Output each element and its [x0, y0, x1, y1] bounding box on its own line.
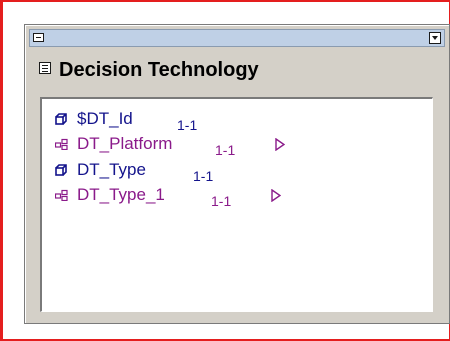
link-arrow-icon[interactable] [271, 189, 281, 202]
cube-icon [55, 113, 67, 125]
attribute-name: DT_Platform [77, 134, 173, 153]
attribute-name: DT_Type_1 [77, 185, 165, 204]
entity-title[interactable]: Decision Technology [59, 57, 259, 83]
cube-icon [55, 164, 67, 176]
dropdown-arrow-button[interactable] [429, 32, 441, 44]
attribute-list-panel[interactable]: $DT_Id 1-1 DT_Platform 1-1 DT_Type 1-1 D… [40, 97, 433, 312]
attribute-name: $DT_Id [77, 109, 133, 128]
attribute-row-dt-type-1[interactable]: DT_Type_1 1-1 [55, 183, 315, 209]
collapse-button[interactable] [33, 33, 44, 42]
attribute-name: DT_Type [77, 160, 146, 179]
relation-icon [55, 189, 68, 201]
relation-icon [55, 138, 68, 150]
entity-title-strip[interactable] [29, 29, 445, 47]
entity-list-icon [39, 62, 51, 74]
entity-box[interactable]: Decision Technology $DT_Id 1-1 DT_Platfo… [24, 24, 450, 324]
attribute-row-dt-platform[interactable]: DT_Platform 1-1 [55, 132, 315, 158]
entity-header: Decision Technology [39, 57, 435, 83]
attribute-row-dt-id[interactable]: $DT_Id 1-1 [55, 107, 255, 133]
attribute-cardinality: 1-1 [211, 193, 232, 209]
link-arrow-icon[interactable] [275, 138, 285, 151]
attribute-row-dt-type[interactable]: DT_Type 1-1 [55, 158, 255, 184]
selection-frame: Decision Technology $DT_Id 1-1 DT_Platfo… [0, 0, 450, 341]
